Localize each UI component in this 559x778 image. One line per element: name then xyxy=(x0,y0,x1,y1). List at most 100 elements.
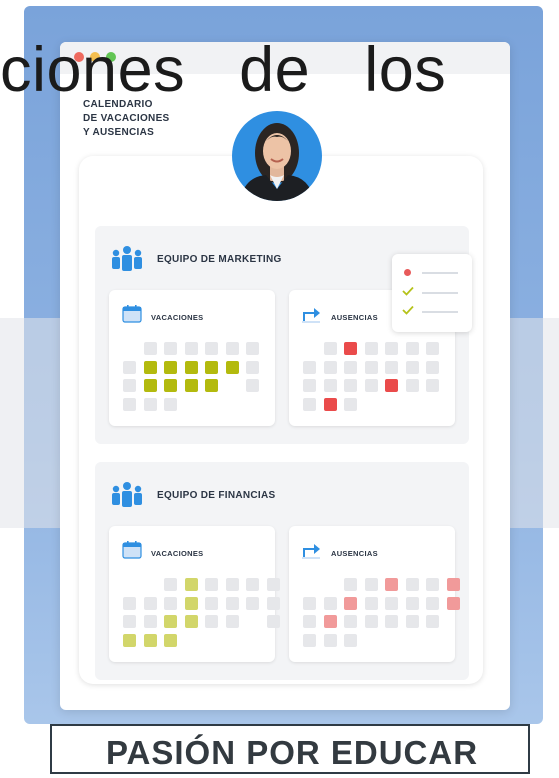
calendar-day-cell xyxy=(405,342,419,355)
calendar-day-cell xyxy=(123,596,136,610)
calendar-day-cell xyxy=(143,633,157,647)
team-title: EQUIPO DE MARKETING xyxy=(157,254,282,265)
calendar-day-cell xyxy=(344,633,357,647)
calendar-day-cell xyxy=(323,615,337,628)
vacations-panel[interactable]: VACACIONES xyxy=(109,290,275,426)
calendar-day-cell xyxy=(364,342,378,355)
calendar-day-cell xyxy=(303,615,316,628)
calendar-day-cell xyxy=(205,379,218,392)
checklist-line xyxy=(422,311,458,313)
calendar-day-cell xyxy=(323,596,337,610)
calendar-day-cell xyxy=(164,397,177,411)
calendar-day-cell xyxy=(225,578,239,591)
check-icon xyxy=(402,286,414,296)
check-icon xyxy=(402,305,414,315)
panel-label: AUSENCIAS xyxy=(331,313,378,322)
calendar-day-cell xyxy=(405,578,419,591)
calendar-day-cell xyxy=(143,379,157,392)
calendar-day-cell xyxy=(164,342,177,355)
calendar-day-cell xyxy=(266,615,280,628)
calendar-day-cell xyxy=(184,360,198,374)
calendar-day-cell xyxy=(364,578,378,591)
calendar-day-cell xyxy=(143,342,157,355)
calendar-day-cell xyxy=(246,596,259,610)
calendar-day-cell xyxy=(246,379,259,392)
calendar-day-cell xyxy=(123,633,136,647)
calendar-day-cell xyxy=(205,360,218,374)
calendar-day-cell xyxy=(364,596,378,610)
calendar-day-cell xyxy=(385,615,398,628)
calendar-day-cell xyxy=(344,360,357,374)
calendar-day-cell xyxy=(205,596,218,610)
calendar-day-cell xyxy=(344,342,357,355)
calendar-day-cell xyxy=(323,379,337,392)
calendar-day-cell xyxy=(426,379,439,392)
footer-text: PASIÓN POR EDUCAR xyxy=(105,734,479,771)
checklist-popup xyxy=(392,254,472,332)
team-icon xyxy=(112,246,142,271)
calendar-day-cell xyxy=(364,379,378,392)
calendar-day-cell xyxy=(385,379,398,392)
calendar-day-cell xyxy=(164,379,177,392)
calendar-day-cell xyxy=(446,578,460,591)
calendar-day-cell xyxy=(405,360,419,374)
panel-label: AUSENCIAS xyxy=(331,549,378,558)
calendar-day-cell xyxy=(123,397,136,411)
calendar-day-cell xyxy=(303,379,316,392)
calendar-day-cell xyxy=(344,615,357,628)
calendar-day-cell xyxy=(164,633,177,647)
calendar-day-cell xyxy=(385,578,398,591)
calendar-day-cell xyxy=(184,379,198,392)
calendar-day-cell xyxy=(143,596,157,610)
calendar-day-cell xyxy=(225,596,239,610)
calendar-day-cell xyxy=(344,578,357,591)
calendar-day-cell xyxy=(164,596,177,610)
calendar-day-cell xyxy=(164,578,177,591)
absences-panel[interactable]: AUSENCIAS xyxy=(289,526,460,662)
calendar-day-cell xyxy=(266,578,280,591)
calendar-day-cell xyxy=(143,397,157,411)
calendar-day-cell xyxy=(426,596,439,610)
calendar-icon xyxy=(122,305,142,323)
team-title: EQUIPO DE FINANCIAS xyxy=(157,490,276,501)
calendar-day-cell xyxy=(323,633,337,647)
checklist-line xyxy=(422,272,458,274)
calendar-day-cell xyxy=(164,615,177,628)
calendar-day-cell xyxy=(426,342,439,355)
calendar-day-cell xyxy=(446,596,460,610)
calendar-day-cell xyxy=(364,360,378,374)
calendar-day-cell xyxy=(303,397,316,411)
calendar-day-cell xyxy=(426,360,439,374)
calendar-day-cell xyxy=(385,342,398,355)
calendar-icon xyxy=(122,541,142,559)
calendar-day-cell xyxy=(303,633,316,647)
calendar-day-cell xyxy=(303,596,316,610)
calendar-day-cell xyxy=(405,596,419,610)
calendar-day-cell xyxy=(344,379,357,392)
brand-line: DE VACACIONES xyxy=(83,113,170,124)
team-finance-section: EQUIPO DE FINANCIAS VACACIONES AUSENCIAS xyxy=(95,462,469,680)
panel-label: VACACIONES xyxy=(151,313,204,322)
calendar-day-cell xyxy=(184,342,198,355)
calendar-day-cell xyxy=(246,578,259,591)
calendar-day-cell xyxy=(246,342,259,355)
arrow-return-icon xyxy=(302,544,320,559)
calendar-day-cell xyxy=(266,596,280,610)
calendar-day-cell xyxy=(426,615,439,628)
calendar-day-cell xyxy=(246,360,259,374)
calendar-day-cell xyxy=(205,342,218,355)
calendar-day-cell xyxy=(344,596,357,610)
calendar-day-cell xyxy=(405,379,419,392)
vacations-panel[interactable]: VACACIONES xyxy=(109,526,280,662)
calendar-day-cell xyxy=(323,342,337,355)
calendar-day-cell xyxy=(225,342,239,355)
calendar-day-cell xyxy=(205,578,218,591)
calendar-day-cell xyxy=(364,615,378,628)
calendar-day-cell xyxy=(164,360,177,374)
overlay-heading-text: ciones de los xyxy=(0,35,447,105)
calendar-day-cell xyxy=(143,615,157,628)
brand-line: Y AUSENCIAS xyxy=(83,127,155,138)
calendar-day-cell xyxy=(303,360,316,374)
calendar-day-cell xyxy=(426,578,439,591)
calendar-day-cell xyxy=(123,379,136,392)
